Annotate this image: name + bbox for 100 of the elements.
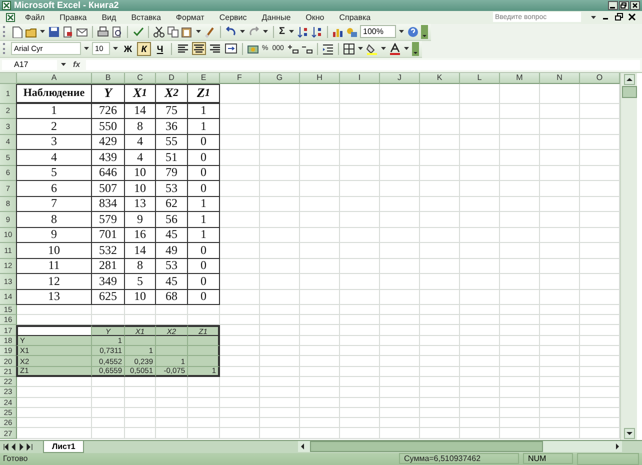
scroll-thumb[interactable]: [310, 441, 543, 452]
scroll-up-icon[interactable]: [624, 74, 634, 85]
text-style-button[interactable]: Ч: [153, 42, 167, 56]
indent-icon[interactable]: [322, 42, 334, 55]
caret-icon[interactable]: [380, 45, 387, 52]
font-color-icon[interactable]: [388, 42, 401, 55]
formula-field[interactable]: [86, 60, 640, 70]
undo-icon[interactable]: [225, 26, 237, 38]
empty-cell: [220, 104, 260, 120]
empty-cell: [540, 418, 580, 428]
envelope-icon[interactable]: [76, 26, 88, 38]
column-header[interactable]: N: [540, 72, 580, 84]
brush-icon[interactable]: [204, 26, 216, 38]
menu-item[interactable]: Вставка: [124, 12, 168, 22]
column-header[interactable]: E: [188, 72, 220, 84]
sort-descending-icon[interactable]: [311, 26, 324, 38]
caret-icon[interactable]: [590, 14, 597, 21]
column-header[interactable]: J: [380, 72, 420, 84]
folder-icon[interactable]: [25, 26, 37, 38]
scissors-icon[interactable]: [153, 26, 165, 38]
merge-cells-icon[interactable]: [224, 42, 238, 56]
empty-cell: [540, 119, 580, 135]
column-header[interactable]: I: [340, 72, 380, 84]
empty-cell: [260, 196, 300, 212]
spreadsheet-icon[interactable]: [6, 12, 15, 22]
drawing-shapes-icon[interactable]: [346, 26, 358, 38]
empty-cell: [300, 134, 340, 150]
caret-icon[interactable]: [402, 45, 410, 52]
vertical-scrollbar[interactable]: [620, 72, 637, 440]
restore-icon[interactable]: [615, 13, 623, 22]
column-header[interactable]: K: [420, 72, 460, 84]
column-header[interactable]: M: [500, 72, 540, 84]
column-header[interactable]: F: [220, 72, 260, 84]
column-header[interactable]: D: [156, 72, 188, 84]
scroll-right-icon[interactable]: [613, 442, 622, 452]
empty-cell: [540, 150, 580, 166]
toolbar-options-icon[interactable]: [421, 24, 428, 39]
close-icon[interactable]: [628, 13, 636, 22]
horizontal-scrollbar[interactable]: [298, 441, 622, 452]
menu-item[interactable]: Данные: [254, 12, 298, 22]
help-icon[interactable]: [407, 26, 420, 38]
column-header[interactable]: B: [92, 72, 125, 84]
column-header[interactable]: A: [17, 72, 92, 84]
table-cell: 55: [156, 134, 188, 150]
close-icon[interactable]: [630, 0, 640, 10]
spellcheck-icon[interactable]: [132, 26, 144, 38]
column-header[interactable]: G: [260, 72, 300, 84]
align-left-icon[interactable]: [176, 42, 190, 56]
scroll-thumb[interactable]: [622, 86, 636, 98]
name-box[interactable]: A17: [2, 60, 57, 70]
fill-bucket-icon[interactable]: [366, 42, 378, 55]
empty-cell: [380, 428, 420, 439]
caret-icon[interactable]: [262, 28, 269, 36]
empty-cell: [540, 346, 580, 356]
printer-icon[interactable]: [97, 26, 109, 38]
caret-icon[interactable]: [39, 28, 46, 36]
column-header[interactable]: L: [460, 72, 500, 84]
minimize-icon[interactable]: [608, 0, 618, 10]
document-icon[interactable]: [11, 26, 23, 38]
menu-item[interactable]: Окно: [298, 12, 332, 22]
empty-cell: [300, 387, 340, 398]
empty-cell: [420, 325, 460, 336]
menu-item[interactable]: Сервис: [212, 12, 254, 22]
borders-icon[interactable]: [342, 42, 355, 55]
column-header[interactable]: C: [125, 72, 156, 84]
text-style-button[interactable]: Ж: [121, 42, 135, 56]
menu-item[interactable]: Вид: [94, 12, 124, 22]
text-style-button[interactable]: К: [137, 42, 151, 56]
menu-item[interactable]: Правка: [52, 12, 94, 22]
scroll-down-icon[interactable]: [624, 428, 634, 439]
copy-icon[interactable]: [167, 26, 179, 38]
empty-cell: [220, 274, 260, 290]
align-right-icon[interactable]: [208, 42, 222, 56]
insert-function-button[interactable]: fx: [70, 60, 84, 70]
currency-icon[interactable]: [247, 42, 259, 55]
caret-icon[interactable]: [195, 28, 202, 36]
menu-item[interactable]: Справка: [332, 12, 378, 22]
menu-item[interactable]: Формат: [168, 12, 212, 22]
increase-decimal-icon[interactable]: [286, 42, 299, 55]
sort-ascending-icon[interactable]: [297, 26, 310, 38]
caret-icon[interactable]: [398, 28, 406, 36]
caret-icon[interactable]: [60, 61, 67, 68]
caret-icon[interactable]: [239, 28, 246, 36]
autosum-button[interactable]: Σ: [278, 26, 286, 38]
align-center-icon[interactable]: [192, 42, 206, 56]
empty-cell: [340, 243, 380, 259]
caret-icon[interactable]: [288, 28, 296, 36]
restore-icon[interactable]: [619, 0, 629, 10]
caret-icon[interactable]: [112, 45, 119, 52]
zoom-field[interactable]: 100%: [360, 25, 396, 38]
clipboard-icon[interactable]: [181, 26, 193, 38]
empty-cell: [260, 428, 300, 439]
sheet-tab[interactable]: Лист1: [43, 440, 84, 453]
caret-icon[interactable]: [356, 45, 364, 52]
column-header[interactable]: H: [300, 72, 340, 84]
print-preview-icon[interactable]: [111, 26, 123, 38]
caret-icon[interactable]: [83, 45, 90, 52]
menu-item[interactable]: Файл: [18, 12, 52, 22]
toolbar-options-icon[interactable]: [412, 42, 419, 56]
column-header[interactable]: O: [580, 72, 620, 84]
